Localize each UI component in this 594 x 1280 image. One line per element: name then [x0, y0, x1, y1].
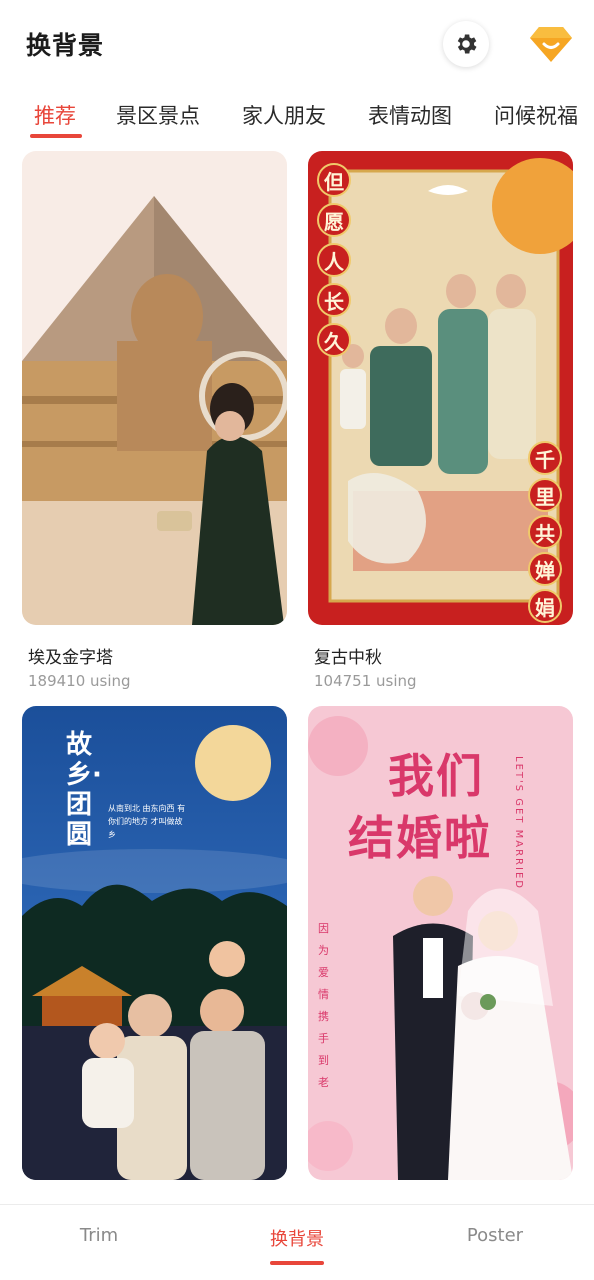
- overlay-char: 千: [528, 441, 562, 475]
- vip-button[interactable]: [528, 22, 574, 66]
- overlay-char: 长: [317, 283, 351, 317]
- overlay-side-english: LET'S GET MARRIED: [513, 756, 524, 890]
- tab-family-friends[interactable]: 家人朋友: [242, 100, 326, 130]
- overlay-title: 故乡·团圆: [66, 730, 102, 850]
- page-title: 换背景: [26, 31, 105, 60]
- template-card-retro-mid-autumn[interactable]: 但 愿 人 长 久 千 里 共 婵 娟 复古中秋 104751 using: [308, 151, 573, 690]
- bottom-navigation: Trim 换背景 Poster: [0, 1204, 594, 1280]
- reunion-night-image: [22, 706, 287, 1180]
- overlay-char: 老: [318, 1076, 329, 1089]
- poem-left-vertical: 但 愿 人 长 久: [317, 163, 351, 357]
- tab-active-indicator: [30, 134, 82, 138]
- template-card-pyramid[interactable]: 埃及金字塔 189410 using: [22, 151, 287, 690]
- template-title: 复古中秋: [314, 648, 382, 668]
- template-usage-count: 104751 using: [314, 672, 417, 690]
- template-thumbnail[interactable]: [22, 151, 287, 625]
- nav-active-indicator: [270, 1261, 324, 1265]
- category-tabs: 推荐 景区景点 家人朋友 表情动图 问候祝福: [0, 96, 594, 146]
- settings-button[interactable]: [443, 21, 489, 67]
- gear-icon: [457, 34, 477, 54]
- overlay-char: 共: [528, 515, 562, 549]
- template-thumbnail[interactable]: 但 愿 人 长 久 千 里 共 婵 娟: [308, 151, 573, 625]
- nav-poster[interactable]: Poster: [425, 1225, 565, 1246]
- header: 换背景: [0, 0, 594, 90]
- overlay-char: 娟: [528, 589, 562, 623]
- diamond-icon: [530, 27, 572, 62]
- overlay-char: 情: [318, 988, 329, 1001]
- nav-change-background[interactable]: 换背景: [227, 1225, 367, 1251]
- overlay-char: 久: [317, 323, 351, 357]
- template-card-reunion[interactable]: 故乡·团圆 从南到北 由东向西 有你们的地方 才叫做故乡: [22, 706, 287, 1198]
- overlay-title-line1: 我们: [388, 749, 484, 803]
- overlay-char: 婵: [528, 552, 562, 586]
- tab-greetings[interactable]: 问候祝福: [494, 100, 578, 130]
- overlay-char: 人: [317, 243, 351, 277]
- pyramid-image: [22, 151, 287, 625]
- tab-scenic-spots[interactable]: 景区景点: [116, 100, 200, 130]
- overlay-char: 到: [318, 1054, 329, 1067]
- poem-right-vertical: 千 里 共 婵 娟: [528, 441, 562, 623]
- tab-recommended[interactable]: 推荐: [34, 100, 76, 130]
- overlay-subtitle: 从南到北 由东向西 有你们的地方 才叫做故乡: [108, 804, 186, 839]
- template-title: 埃及金字塔: [28, 648, 113, 668]
- overlay-vertical-words: 因 为 爱 情 携 手 到 老: [318, 918, 329, 1094]
- template-usage-count: 189410 using: [28, 672, 131, 690]
- overlay-char: 愿: [317, 203, 351, 237]
- overlay-char: 携: [318, 1010, 329, 1023]
- overlay-char: 里: [528, 478, 562, 512]
- template-thumbnail[interactable]: 故乡·团圆 从南到北 由东向西 有你们的地方 才叫做故乡: [22, 706, 287, 1180]
- overlay-char: 手: [318, 1032, 329, 1045]
- overlay-char: 为: [318, 944, 329, 957]
- template-card-wedding[interactable]: 我们 结婚啦 LET'S GET MARRIED 因 为 爱 情 携 手 到 老: [308, 706, 573, 1198]
- overlay-title-line2: 结婚啦: [348, 811, 492, 865]
- overlay-char: 爱: [318, 966, 329, 979]
- template-thumbnail[interactable]: 我们 结婚啦 LET'S GET MARRIED 因 为 爱 情 携 手 到 老: [308, 706, 573, 1180]
- tab-animated-stickers[interactable]: 表情动图: [368, 100, 452, 130]
- nav-trim[interactable]: Trim: [29, 1225, 169, 1246]
- overlay-char: 但: [317, 163, 351, 197]
- overlay-char: 因: [318, 922, 329, 935]
